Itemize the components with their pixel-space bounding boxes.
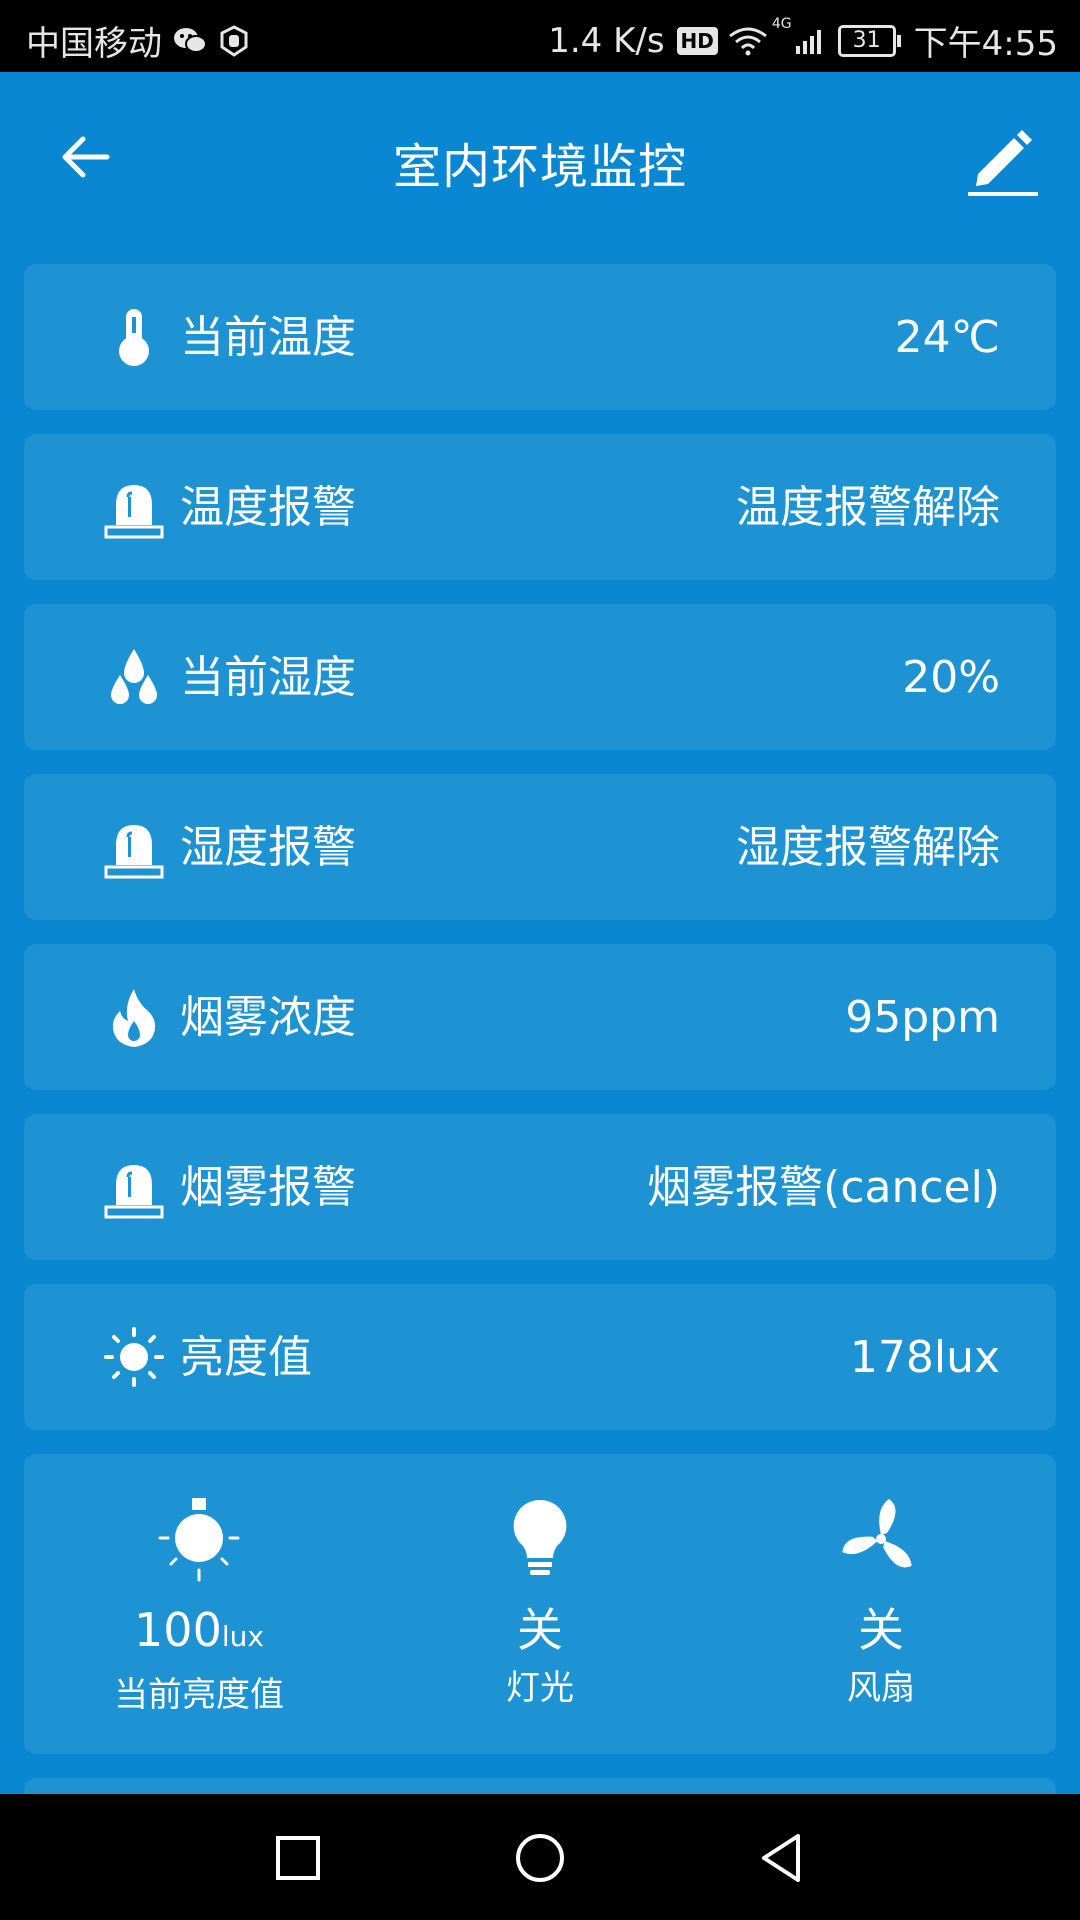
navigation-bar: [0, 1794, 1080, 1920]
water-drops-icon: [111, 649, 157, 704]
home-icon[interactable]: [512, 1830, 568, 1886]
row-label: 当前温度: [180, 312, 356, 363]
back-triangle-icon[interactable]: [754, 1830, 810, 1886]
network-type: 4G: [771, 16, 792, 32]
light-state: 关: [517, 1603, 563, 1657]
device-label: 风扇: [847, 1668, 915, 1708]
row-temperature-alarm[interactable]: 温度报警 温度报警解除: [24, 434, 1056, 580]
edit-pencil-icon[interactable]: [964, 122, 1040, 198]
brightness-unit: lux: [221, 1620, 264, 1653]
hd-badge: HD: [676, 26, 718, 55]
row-temperature[interactable]: 当前温度 24℃: [24, 264, 1056, 410]
device-label: 当前亮度值: [114, 1675, 284, 1715]
row-label: 当前湿度: [180, 652, 356, 703]
row-label: 烟雾浓度: [180, 992, 356, 1043]
row-humidity-alarm[interactable]: 湿度报警 湿度报警解除: [24, 774, 1056, 920]
row-value: 95ppm: [845, 992, 1000, 1043]
fan-state: 关: [858, 1603, 904, 1657]
alarm-siren-icon: [104, 485, 164, 539]
device-label: 灯光: [506, 1668, 574, 1708]
row-value: 温度报警解除: [736, 482, 1000, 533]
row-label: 温度报警: [180, 482, 356, 533]
thermometer-icon: [119, 309, 149, 366]
device-brightness: 100lux 当前亮度值: [29, 1494, 369, 1717]
row-brightness[interactable]: 亮度值 178lux: [24, 1284, 1056, 1430]
row-smoke-alarm[interactable]: 烟雾报警 烟雾报警(cancel): [24, 1114, 1056, 1260]
network-speed: 1.4 K/s: [548, 20, 665, 61]
light-bulb-glow-icon: [158, 1498, 240, 1582]
row-label: 亮度值: [180, 1332, 312, 1383]
fan-icon: [842, 1499, 912, 1568]
bulb-icon: [513, 1499, 567, 1575]
carrier-label: 中国移动: [26, 24, 162, 64]
hand-stop-icon: [220, 24, 248, 57]
status-bar: 中国移动 1.4 K/s HD 4G 31 下午4:55: [0, 0, 1080, 72]
sun-icon: [104, 1327, 164, 1387]
app-header: 室内环境监控: [0, 72, 1080, 242]
row-value: 24℃: [894, 312, 1000, 363]
wifi-icon: [728, 27, 767, 55]
flame-icon: [112, 989, 156, 1047]
row-value: 20%: [902, 652, 1000, 703]
recent-apps-icon[interactable]: [270, 1830, 326, 1886]
battery-indicator: 31: [837, 24, 901, 57]
alarm-siren-icon: [104, 825, 164, 879]
row-value: 烟雾报警(cancel): [647, 1162, 1000, 1213]
device-light[interactable]: 关 灯光: [370, 1494, 710, 1710]
row-smoke-level[interactable]: 烟雾浓度 95ppm: [24, 944, 1056, 1090]
row-label: 湿度报警: [180, 822, 356, 873]
row-value: 湿度报警解除: [736, 822, 1000, 873]
brightness-value: 100: [134, 1603, 222, 1657]
device-fan[interactable]: 关 风扇: [711, 1494, 1051, 1710]
device-value: 100lux: [29, 1602, 369, 1665]
device-panel: 100lux 当前亮度值 关 灯光 关 风扇: [24, 1454, 1056, 1754]
page-title: 室内环境监控: [392, 139, 687, 195]
row-label: 烟雾报警: [180, 1162, 356, 1213]
row-humidity[interactable]: 当前湿度 20%: [24, 604, 1056, 750]
clock: 下午4:55: [913, 24, 1058, 64]
signal-icon: [795, 29, 821, 54]
alarm-siren-icon: [104, 1165, 164, 1219]
wechat-icon: [174, 27, 207, 53]
row-value: 178lux: [849, 1332, 1000, 1383]
